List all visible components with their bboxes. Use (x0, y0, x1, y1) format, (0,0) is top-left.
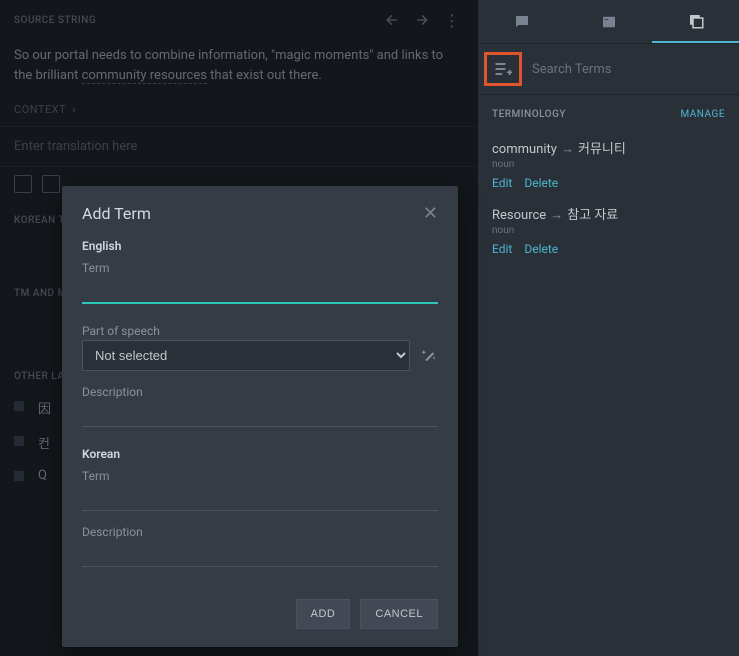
edit-term-link[interactable]: Edit (492, 242, 512, 256)
right-pane: Search Terms TERMINOLOGY MANAGE communit… (478, 0, 739, 656)
english-description-input[interactable] (82, 401, 438, 427)
delete-term-link[interactable]: Delete (524, 176, 558, 190)
wand-icon (420, 347, 438, 365)
pos-row: Not selected (82, 340, 438, 371)
desc-field-label-2: Description (82, 525, 438, 539)
term-pos: noun (492, 225, 725, 236)
manage-link[interactable]: MANAGE (680, 109, 725, 120)
term-entry: community → 커뮤니티 noun Edit Delete (478, 130, 739, 196)
search-terms-input[interactable]: Search Terms (528, 62, 729, 77)
term-target: 커뮤니티 (578, 142, 626, 157)
part-of-speech-select[interactable]: Not selected (82, 340, 410, 371)
term-line: Resource → 참고 자료 (492, 204, 725, 223)
add-term-modal: Add Term ✕ English Term Part of speech N… (62, 186, 458, 647)
book-icon (600, 13, 618, 31)
term-field-label: Term (82, 261, 438, 275)
korean-term-input[interactable] (82, 485, 438, 511)
terminology-header: TERMINOLOGY MANAGE (478, 95, 739, 130)
lang1-label: English (82, 239, 438, 253)
add-button[interactable]: ADD (296, 599, 351, 629)
add-term-button[interactable] (493, 59, 513, 79)
term-pos: noun (492, 159, 725, 170)
delete-term-link[interactable]: Delete (524, 242, 558, 256)
lang2-label: Korean (82, 447, 438, 461)
comment-icon (513, 13, 531, 31)
modal-header: Add Term ✕ (82, 204, 438, 223)
modal-title: Add Term (82, 204, 151, 223)
search-row: Search Terms (478, 44, 739, 95)
pos-field-label: Part of speech (82, 324, 438, 338)
english-term-input[interactable] (82, 277, 438, 304)
tab-terms[interactable] (652, 0, 739, 43)
add-list-icon (493, 59, 513, 79)
desc-field-label: Description (82, 385, 438, 399)
auto-detect-button[interactable] (420, 347, 438, 365)
edit-term-link[interactable]: Edit (492, 176, 512, 190)
term-entry: Resource → 참고 자료 noun Edit Delete (478, 196, 739, 262)
sidebar-tabs (478, 0, 739, 44)
term-field-label-2: Term (82, 469, 438, 483)
term-line: community → 커뮤니티 (492, 138, 725, 157)
term-actions: Edit Delete (492, 176, 725, 190)
term-actions: Edit Delete (492, 242, 725, 256)
modal-footer: ADD CANCEL (82, 599, 438, 629)
tab-comments[interactable] (478, 0, 565, 43)
cancel-button[interactable]: CANCEL (360, 599, 438, 629)
korean-description-input[interactable] (82, 541, 438, 567)
term-source: Resource (492, 208, 546, 223)
add-term-highlight (484, 52, 522, 86)
term-target: 참고 자료 (567, 208, 618, 223)
close-button[interactable]: ✕ (423, 205, 438, 223)
arrow-icon: → (550, 208, 563, 223)
tab-book[interactable] (565, 0, 652, 43)
arrow-icon: → (561, 142, 574, 157)
stack-icon (687, 12, 705, 30)
search-placeholder: Search Terms (532, 62, 611, 77)
term-source: community (492, 142, 557, 157)
terminology-label: TERMINOLOGY (492, 109, 566, 120)
